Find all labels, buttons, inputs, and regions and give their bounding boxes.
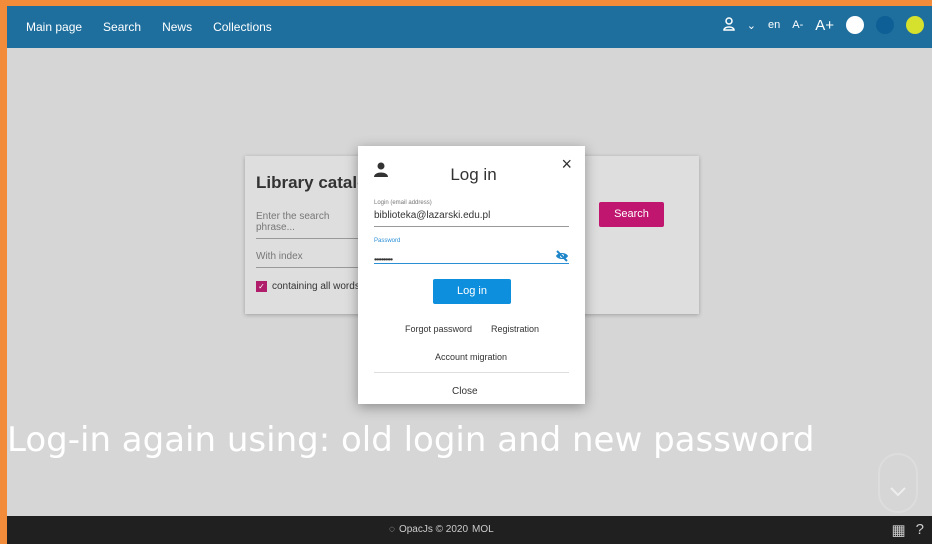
user-icon bbox=[374, 162, 388, 182]
font-increase[interactable]: A+ bbox=[815, 17, 834, 34]
registration-link[interactable]: Registration bbox=[491, 324, 539, 334]
top-tools: ⌄ en A- A+ bbox=[723, 16, 924, 34]
account-migration-link[interactable]: Account migration bbox=[435, 352, 507, 362]
search-button[interactable]: Search bbox=[599, 202, 664, 227]
contrast-blue-icon[interactable] bbox=[876, 16, 894, 34]
user-icon[interactable] bbox=[723, 16, 735, 34]
nav-search[interactable]: Search bbox=[103, 20, 141, 34]
login-email-field[interactable]: biblioteka@lazarski.edu.pl bbox=[374, 210, 569, 227]
login-label: Login (email address) bbox=[374, 200, 432, 206]
nav-main-page[interactable]: Main page bbox=[26, 20, 82, 34]
close-button[interactable]: Close bbox=[452, 386, 478, 397]
main-nav: Main page Search News Collections bbox=[26, 20, 272, 34]
nav-collections[interactable]: Collections bbox=[213, 20, 272, 34]
contrast-white-icon[interactable] bbox=[846, 16, 864, 34]
top-navigation: Main page Search News Collections ⌄ en A… bbox=[7, 6, 932, 48]
checkbox-label: containing all words bbox=[272, 281, 360, 292]
checkbox-icon[interactable]: ✓ bbox=[256, 281, 267, 292]
footer-copyright: ◌ OpacJs © 2020 MOL bbox=[389, 524, 494, 535]
eye-off-icon[interactable] bbox=[555, 249, 569, 267]
chevron-down-icon[interactable]: ⌄ bbox=[747, 19, 756, 32]
login-title: Log in bbox=[450, 165, 497, 184]
footer-icons: ▦ ? bbox=[891, 521, 924, 539]
help-icon[interactable]: ? bbox=[916, 521, 924, 539]
sitemap-icon[interactable]: ▦ bbox=[891, 521, 905, 539]
instruction-caption: Log-in again using: old login and new pa… bbox=[7, 420, 815, 460]
footer-text: OpacJs © 2020 bbox=[398, 524, 469, 535]
password-field[interactable]: •••••••••• bbox=[374, 249, 569, 264]
password-mask: •••••••••• bbox=[374, 255, 393, 264]
scroll-down-button[interactable] bbox=[878, 453, 918, 513]
login-dialog: Log in × Login (email address) bibliotek… bbox=[358, 146, 585, 404]
contrast-yellow-icon[interactable] bbox=[906, 16, 924, 34]
footer-brand: MOL bbox=[472, 524, 494, 535]
password-label: Password bbox=[374, 238, 401, 244]
all-words-checkbox-row[interactable]: ✓ containing all words bbox=[256, 281, 360, 292]
nav-news[interactable]: News bbox=[162, 20, 192, 34]
footer: ◌ OpacJs © 2020 MOL ▦ ? bbox=[7, 516, 932, 544]
search-input[interactable]: Enter the search phrase... bbox=[256, 211, 366, 239]
modal-divider bbox=[374, 372, 569, 373]
close-icon[interactable]: × bbox=[561, 154, 572, 175]
forgot-password-link[interactable]: Forgot password bbox=[405, 324, 472, 334]
index-input[interactable]: With index bbox=[256, 251, 366, 268]
opacjs-logo-icon: ◌ bbox=[389, 524, 395, 535]
font-decrease[interactable]: A- bbox=[792, 19, 803, 31]
screenshot-frame: Main page Search News Collections ⌄ en A… bbox=[7, 6, 932, 544]
language-selector[interactable]: en bbox=[768, 19, 780, 31]
login-button[interactable]: Log in bbox=[433, 279, 511, 304]
